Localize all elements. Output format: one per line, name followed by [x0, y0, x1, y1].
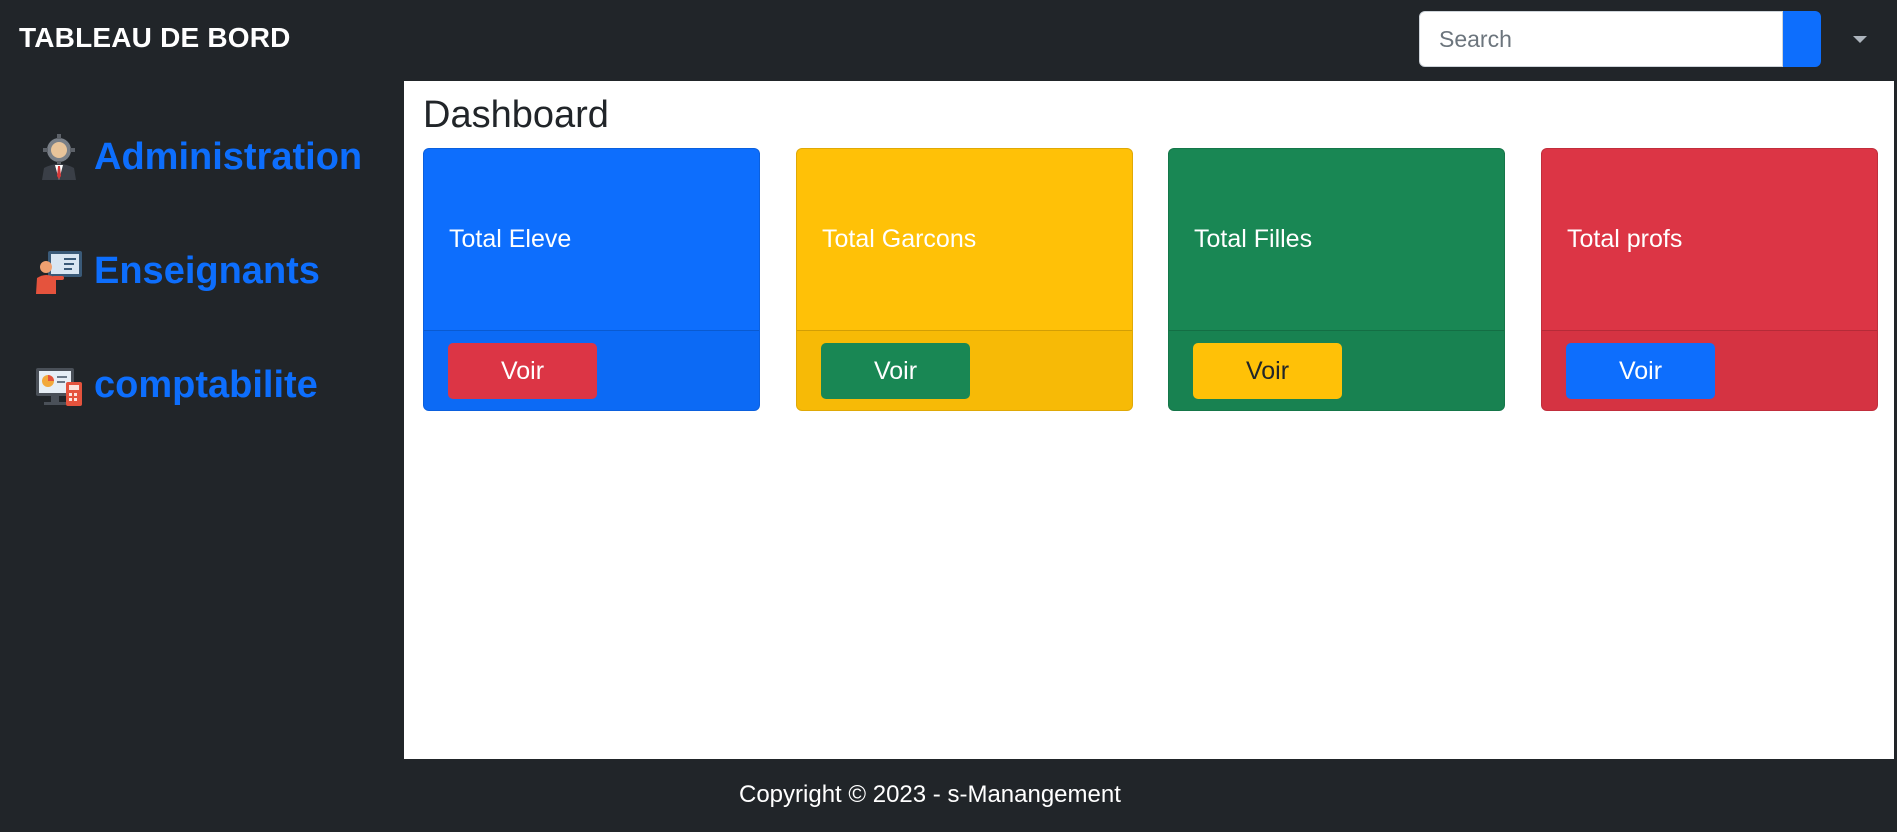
brand-title[interactable]: TABLEAU DE BORD: [19, 22, 291, 54]
sidebar-item-label: Administration: [94, 135, 363, 178]
sidebar: Administration Enseignants comptabilite: [0, 81, 404, 832]
search-input[interactable]: [1419, 11, 1783, 67]
card-total-garcons: Total Garcons Voir: [796, 148, 1133, 411]
card-total-profs: Total profs Voir: [1541, 148, 1878, 411]
card-body: Total Filles: [1169, 149, 1504, 330]
card-title: Total profs: [1567, 225, 1683, 253]
voir-button[interactable]: Voir: [1566, 343, 1715, 399]
voir-button[interactable]: Voir: [448, 343, 597, 399]
search-button[interactable]: [1783, 11, 1821, 67]
sidebar-item-label: comptabilite: [94, 363, 318, 406]
card-footer: Voir: [797, 330, 1132, 410]
user-dropdown-toggle[interactable]: [1849, 28, 1871, 50]
sidebar-item-enseignants[interactable]: Enseignants: [34, 246, 320, 296]
card-total-eleve: Total Eleve Voir: [423, 148, 760, 411]
caret-down-icon: [1853, 35, 1867, 43]
card-title: Total Filles: [1194, 225, 1313, 253]
page-title: Dashboard: [423, 94, 609, 136]
main-content: Dashboard Total Eleve Voir Total Garcons…: [404, 81, 1894, 759]
teacher-icon: [36, 251, 82, 294]
sidebar-item-comptabilite[interactable]: comptabilite: [34, 360, 318, 410]
card-total-filles: Total Filles Voir: [1168, 148, 1505, 411]
card-footer: Voir: [424, 330, 759, 410]
search-form: [1419, 11, 1821, 67]
voir-button[interactable]: Voir: [1193, 343, 1342, 399]
card-title: Total Eleve: [449, 225, 572, 253]
sidebar-item-label: Enseignants: [94, 249, 320, 292]
accounting-icon: [36, 368, 82, 406]
card-body: Total Eleve: [424, 149, 759, 330]
card-body: Total Garcons: [797, 149, 1132, 330]
card-footer: Voir: [1169, 330, 1504, 410]
card-body: Total profs: [1542, 149, 1877, 330]
top-navbar: TABLEAU DE BORD: [0, 0, 1897, 81]
card-footer: Voir: [1542, 330, 1877, 410]
sidebar-item-administration[interactable]: Administration: [34, 132, 362, 182]
card-title: Total Garcons: [822, 225, 977, 253]
copyright-text: Copyright © 2023 - s-Manangement: [739, 781, 1121, 808]
page-footer: Copyright © 2023 - s-Manangement: [404, 759, 1894, 832]
administrator-icon: [42, 134, 76, 180]
voir-button[interactable]: Voir: [821, 343, 970, 399]
